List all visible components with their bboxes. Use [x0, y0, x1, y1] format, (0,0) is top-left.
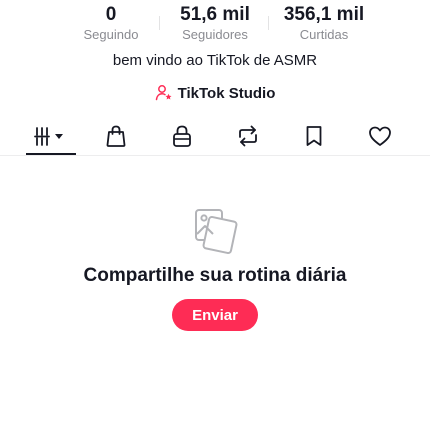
likes-stat[interactable]: 356,1 mil Curtidas — [276, 4, 372, 43]
studio-person-star-icon — [155, 84, 173, 102]
photos-icon — [190, 207, 240, 255]
empty-state-title: Compartilhe sua rotina diária — [83, 265, 347, 286]
shopping-bag-icon — [105, 124, 127, 148]
upload-button[interactable]: Enviar — [172, 299, 258, 331]
tab-liked[interactable] — [355, 116, 405, 156]
selected-tab-indicator — [26, 153, 76, 155]
profile-tabs — [0, 116, 430, 156]
profile-bio: bem vindo ao TikTok de ASMR — [112, 52, 318, 69]
likes-label: Curtidas — [299, 27, 349, 42]
tiktok-studio-link[interactable]: TikTok Studio — [0, 84, 430, 102]
tab-reposts[interactable] — [223, 116, 273, 156]
reposts-icon — [236, 124, 260, 148]
followers-count: 51,6 mil — [180, 4, 250, 25]
following-count: 0 — [105, 4, 117, 25]
tab-videos[interactable] — [26, 116, 76, 156]
liked-heart-icon — [368, 125, 392, 147]
tab-shop[interactable] — [91, 116, 141, 156]
tab-favorites[interactable] — [289, 116, 339, 156]
studio-label: TikTok Studio — [177, 84, 276, 102]
following-stat[interactable]: 0 Seguindo — [70, 4, 152, 43]
followers-label: Seguidores — [182, 27, 248, 42]
likes-count: 356,1 mil — [283, 4, 365, 25]
profile-stats: 0 Seguindo 51,6 mil Seguidores 356,1 mil… — [0, 4, 430, 44]
favorites-bookmark-icon — [304, 124, 324, 148]
stat-divider — [159, 16, 160, 30]
following-label: Seguindo — [83, 27, 139, 42]
videos-grid-icon — [34, 125, 68, 147]
tab-private[interactable] — [157, 116, 207, 156]
stat-divider — [268, 16, 269, 30]
private-lock-icon — [171, 124, 193, 148]
followers-stat[interactable]: 51,6 mil Seguidores — [167, 4, 263, 43]
